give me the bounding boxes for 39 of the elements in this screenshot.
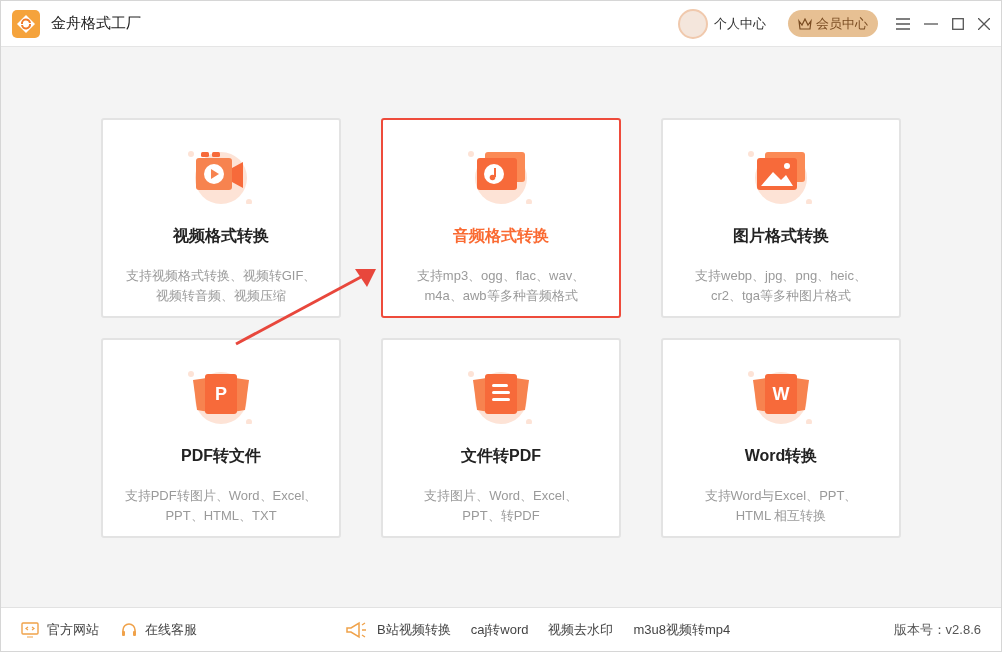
megaphone-icon [345, 620, 367, 639]
card-description: 支持图片、Word、Excel、 PPT、转PDF [424, 487, 578, 525]
feature-card[interactable]: P PDF转文件 支持PDF转图片、Word、Excel、 PPT、HTML、TXT [101, 338, 341, 538]
card-title: 音频格式转换 [453, 226, 549, 246]
card-title: Word转换 [744, 446, 818, 466]
card-title: PDF转文件 [181, 446, 261, 466]
vip-center-button[interactable]: 会员中心 [788, 10, 878, 37]
monitor-icon [21, 621, 39, 638]
card-description: 支持webp、jpg、png、heic、 cr2、tga等多种图片格式 [695, 267, 867, 305]
feature-card[interactable]: 图片格式转换 支持webp、jpg、png、heic、 cr2、tga等多种图片格式 [661, 118, 901, 318]
card-description: 支持视频格式转换、视频转GIF、 视频转音频、视频压缩 [125, 267, 317, 305]
version-label: 版本号：v2.8.6 [893, 620, 981, 639]
promo-link[interactable]: B站视频转换 [377, 619, 451, 640]
card-title: 视频格式转换 [173, 226, 269, 246]
card-description: 支持mp3、ogg、flac、wav、 m4a、awb等多种音频格式 [416, 267, 586, 305]
window-title: 金舟格式工厂 [51, 13, 141, 34]
icon-letter: W [771, 382, 791, 406]
feature-card[interactable]: W Word转换 支持Word与Excel、PPT、 HTML 相互转换 [661, 338, 901, 538]
headset-icon [121, 621, 137, 638]
promo-link[interactable]: 视频去水印 [548, 619, 614, 640]
card-title: 文件转PDF [461, 446, 541, 466]
menu-icon[interactable] [896, 17, 910, 30]
promo-link[interactable]: m3u8视频转mp4 [633, 619, 731, 640]
user-center-link[interactable]: 个人中心 [714, 13, 766, 34]
promo-link[interactable]: caj转word [470, 619, 529, 640]
card-description: 支持Word与Excel、PPT、 HTML 相互转换 [704, 487, 858, 525]
close-icon[interactable] [978, 17, 990, 30]
feature-card[interactable]: 视频格式转换 支持视频格式转换、视频转GIF、 视频转音频、视频压缩 [101, 118, 341, 318]
app-logo-icon [12, 9, 40, 38]
card-title: 图片格式转换 [733, 226, 829, 246]
card-description: 支持PDF转图片、Word、Excel、 PPT、HTML、TXT [124, 487, 318, 525]
support-link[interactable]: 在线客服 [121, 619, 197, 640]
user-avatar [678, 8, 708, 39]
crown-icon [798, 17, 812, 30]
website-link[interactable]: 官方网站 [21, 619, 99, 640]
icon-letter: P [214, 382, 228, 406]
maximize-icon[interactable] [952, 17, 964, 30]
minimize-icon[interactable] [924, 22, 938, 25]
feature-card[interactable]: 文件转PDF 支持图片、Word、Excel、 PPT、转PDF [381, 338, 621, 538]
